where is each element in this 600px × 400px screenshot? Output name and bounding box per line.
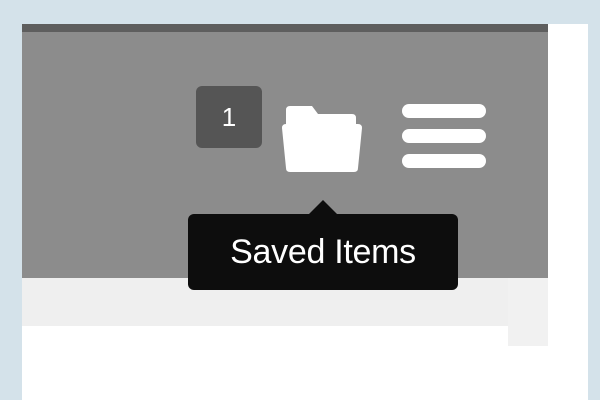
menu-bar-bottom	[402, 154, 486, 168]
saved-items-button[interactable]	[282, 104, 362, 172]
header-topline	[22, 24, 548, 32]
saved-items-tooltip: Saved Items	[188, 214, 458, 290]
hamburger-menu-icon[interactable]	[402, 104, 486, 168]
folder-icon	[282, 106, 362, 172]
content-area	[22, 326, 508, 400]
frame-top	[0, 0, 600, 24]
tooltip-arrow	[309, 200, 337, 214]
frame-right	[588, 0, 600, 400]
subheader-strip-edge	[508, 278, 548, 346]
frame-left	[0, 0, 22, 400]
menu-bar-top	[402, 104, 486, 118]
menu-bar-middle	[402, 129, 486, 143]
saved-count-badge[interactable]: 1	[196, 86, 262, 148]
